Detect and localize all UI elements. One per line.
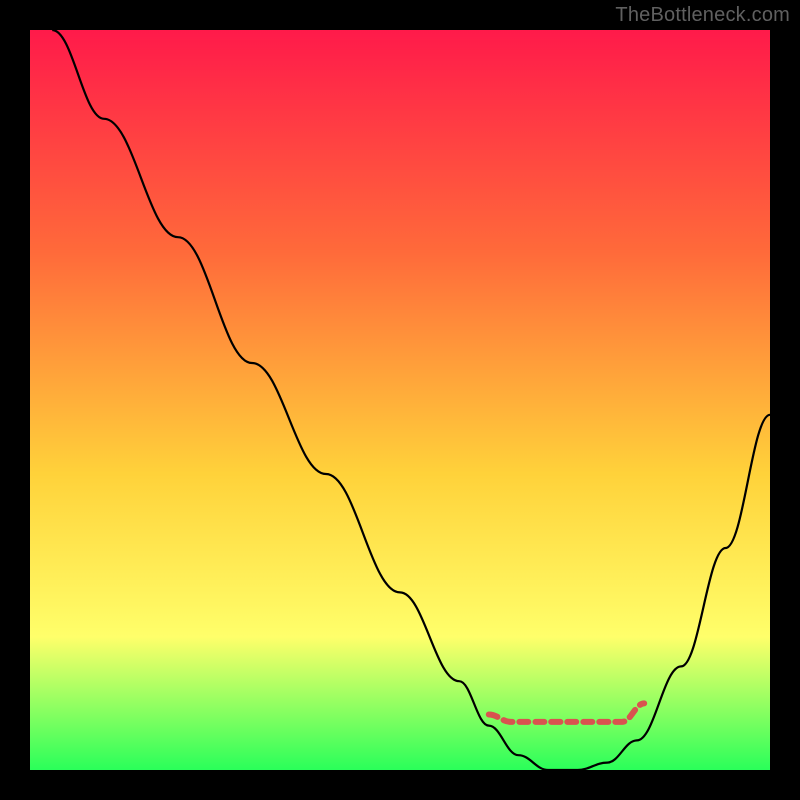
plot-background bbox=[30, 30, 770, 770]
chart-canvas bbox=[0, 0, 800, 800]
chart-container: TheBottleneck.com bbox=[0, 0, 800, 800]
attribution-label: TheBottleneck.com bbox=[615, 4, 790, 27]
